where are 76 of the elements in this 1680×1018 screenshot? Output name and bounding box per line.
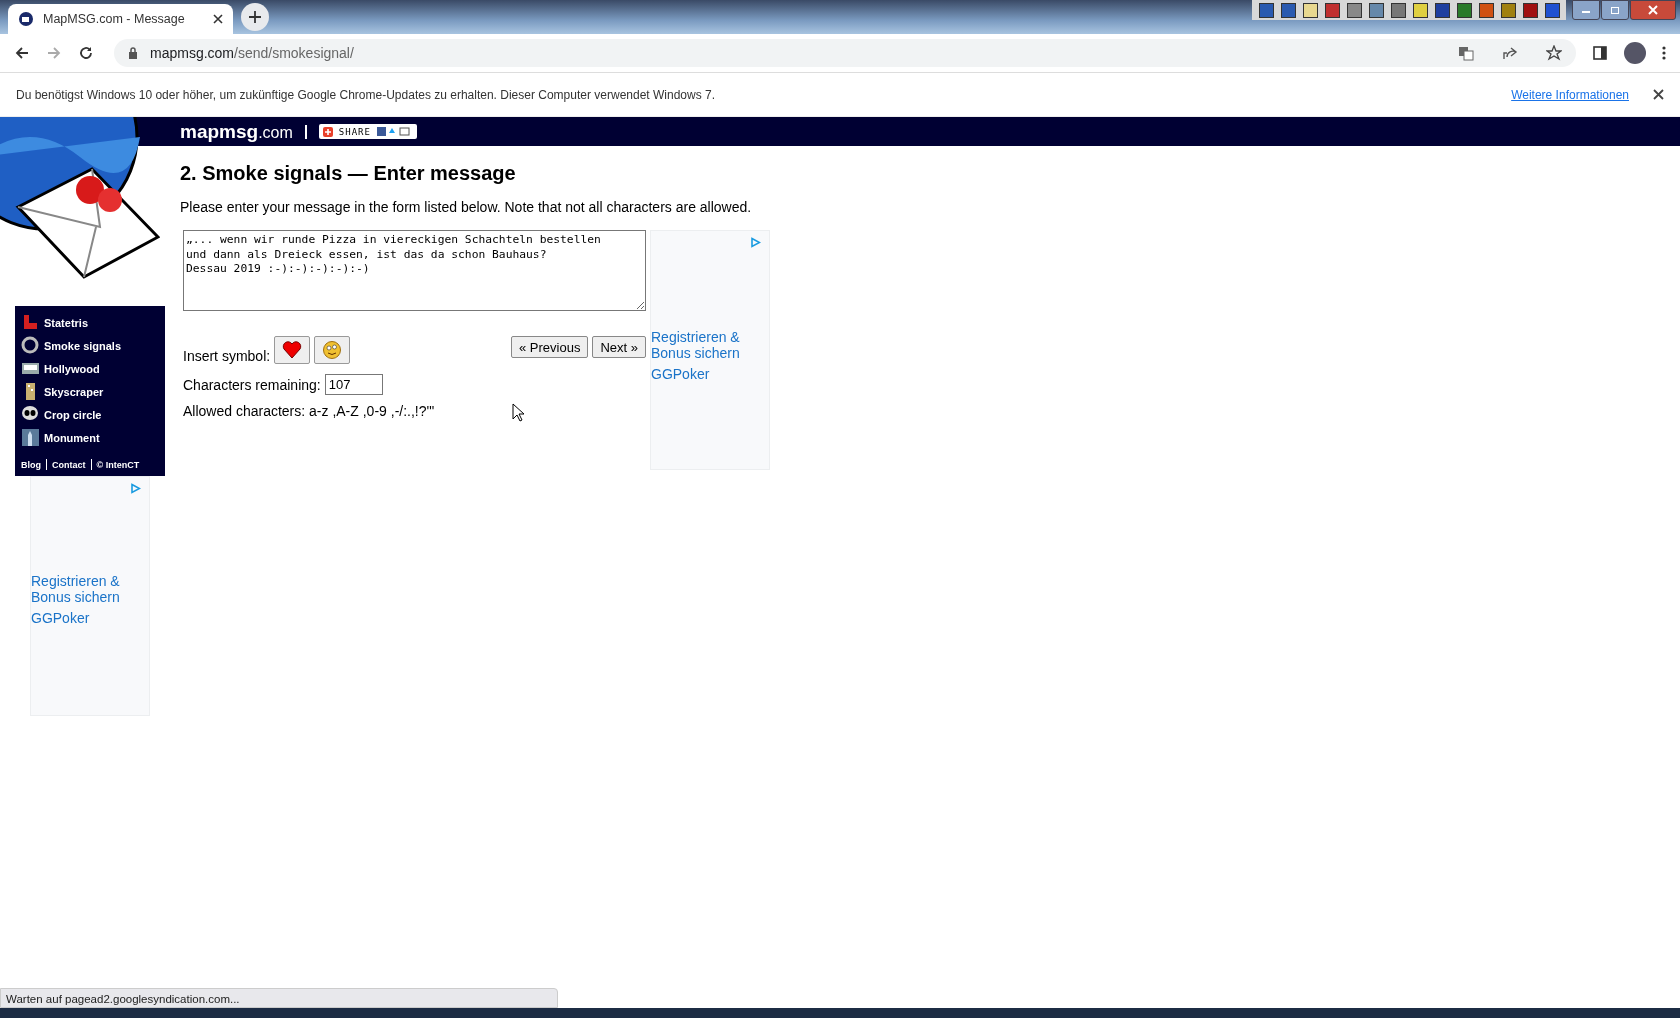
- smiley-icon: [322, 340, 343, 360]
- close-icon: [1648, 5, 1658, 15]
- app-icon[interactable]: [1476, 0, 1496, 20]
- sidebar-item[interactable]: Monument: [21, 428, 159, 447]
- ad-link[interactable]: Registrieren & Bonus sichern: [651, 329, 769, 361]
- app-icon[interactable]: [1256, 0, 1276, 20]
- browser-tab[interactable]: MapMSG.com - Message: [8, 4, 233, 34]
- status-bar: Warten auf pagead2.googlesyndication.com...: [0, 988, 558, 1008]
- sidebar-item[interactable]: Skyscraper: [21, 382, 159, 401]
- characters-remaining-field[interactable]: 107: [324, 374, 383, 395]
- social-icons: [376, 127, 413, 136]
- close-icon: [213, 14, 223, 24]
- heart-icon: [282, 340, 303, 360]
- ad-choices-icon[interactable]: [750, 237, 761, 248]
- sidebar-item[interactable]: Statetris: [21, 313, 159, 332]
- plus-icon: [249, 11, 261, 23]
- app-icon[interactable]: [1388, 0, 1408, 20]
- close-button[interactable]: [1630, 0, 1676, 20]
- globe-icon: [18, 11, 34, 27]
- share-icon[interactable]: [1502, 45, 1518, 61]
- menu-icon[interactable]: [1662, 45, 1666, 61]
- sidebar-item[interactable]: Crop circle: [21, 405, 159, 424]
- ad-choices-icon[interactable]: [130, 483, 141, 494]
- page-heading: 2. Smoke signals — Enter message: [180, 162, 517, 185]
- tab-close-button[interactable]: [213, 14, 223, 24]
- allowed-characters-text: Allowed characters: a-z ,A-Z ,0-9 ,-/:.,!?'": [183, 403, 435, 419]
- app-icon[interactable]: [1278, 0, 1298, 20]
- mouse-cursor-icon: [512, 403, 525, 422]
- app-icon[interactable]: [1498, 0, 1518, 20]
- lock-icon: [128, 47, 138, 59]
- footer-link[interactable]: Blog: [21, 459, 41, 470]
- minimize-button[interactable]: [1572, 0, 1600, 20]
- plus-icon: [322, 126, 333, 137]
- new-tab-button[interactable]: [241, 3, 269, 31]
- address-bar[interactable]: mapmsg.com/send/smokesignal/: [114, 39, 1576, 67]
- ad-link[interactable]: GGPoker: [651, 366, 769, 382]
- translate-icon[interactable]: [1458, 45, 1474, 61]
- message-field[interactable]: „... wenn wir runde Pizza in viereckigen Schachteln bestellen und dann als Dreieck essen, ist das da schon Bauhaus? Dessau 2019 :-):-):-):-):-): [183, 230, 646, 311]
- side-panel-icon[interactable]: [1592, 45, 1608, 61]
- previous-button[interactable]: « Previous: [511, 336, 589, 358]
- share-button[interactable]: SHARE: [318, 124, 417, 139]
- app-icon[interactable]: [1300, 0, 1320, 20]
- ad-link[interactable]: GGPoker: [31, 610, 149, 626]
- next-button[interactable]: Next »: [592, 336, 646, 358]
- restore-icon: [1610, 5, 1620, 15]
- intro-text: Please enter your message in the form listed below. Note that not all characters are allowed.: [180, 199, 753, 215]
- tetris-icon: [21, 313, 40, 332]
- app-icon[interactable]: [1542, 0, 1562, 20]
- footer-link[interactable]: © IntenCT: [96, 459, 140, 470]
- update-notice: Du benötigst Windows 10 oder höher, um zukünftige Google Chrome-Updates zu erhalten. Dieser Computer verwendet Windows 7.: [16, 87, 716, 102]
- ring-icon: [21, 336, 40, 355]
- insert-symbol-label: Insert symbol:: [183, 348, 271, 364]
- app-icon[interactable]: [1344, 0, 1364, 20]
- app-icon[interactable]: [1366, 0, 1386, 20]
- site-logo[interactable]: mapmsg.com: [180, 120, 293, 143]
- app-icon[interactable]: [1410, 0, 1430, 20]
- sidebar-item[interactable]: Hollywood: [21, 359, 159, 378]
- reload-icon[interactable]: [78, 45, 94, 61]
- characters-remaining-label: Characters remaining:: [183, 376, 321, 393]
- insert-symbol-button[interactable]: [314, 336, 351, 364]
- star-icon[interactable]: [1546, 45, 1562, 61]
- app-icon[interactable]: [1322, 0, 1342, 20]
- close-icon[interactable]: [1653, 89, 1664, 100]
- ad-link[interactable]: Registrieren & Bonus sichern: [31, 573, 149, 605]
- sidebar-item[interactable]: Smoke signals: [21, 336, 159, 355]
- more-info-link[interactable]: Weitere Informationen: [1511, 87, 1629, 102]
- profile-avatar[interactable]: [1624, 42, 1646, 64]
- tab-title: MapMSG.com - Message: [43, 12, 186, 26]
- app-icon[interactable]: [1454, 0, 1474, 20]
- footer-link[interactable]: Contact: [52, 459, 86, 470]
- statue-icon: [21, 428, 40, 447]
- app-icon[interactable]: [1520, 0, 1540, 20]
- restore-button[interactable]: [1601, 0, 1629, 20]
- app-icon[interactable]: [1432, 0, 1452, 20]
- insert-symbol-button[interactable]: [274, 336, 311, 364]
- back-icon[interactable]: [14, 45, 30, 61]
